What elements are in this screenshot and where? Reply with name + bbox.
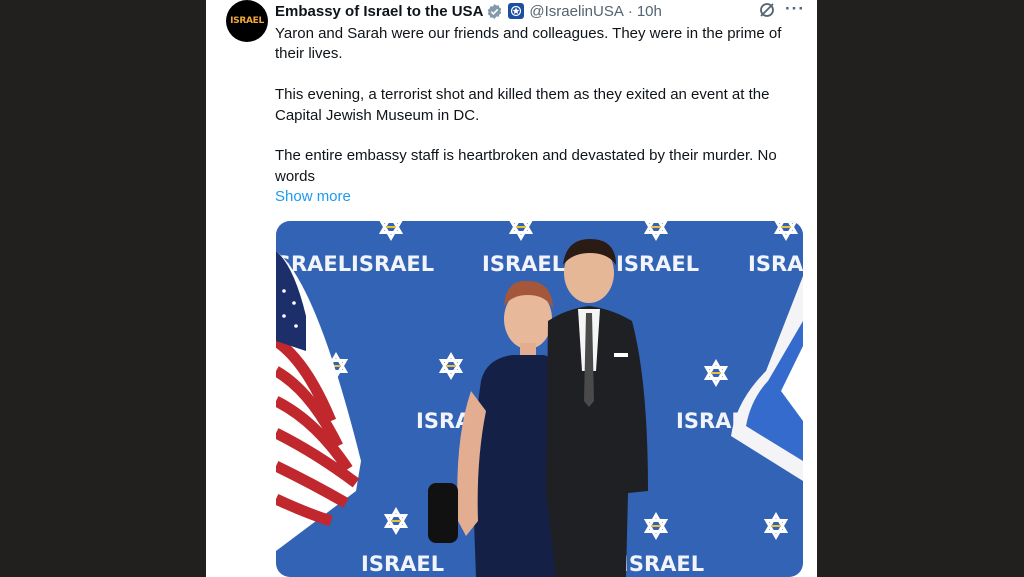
tweet-card[interactable]: ISRAEL Embassy of Israel to the USA @Isr… xyxy=(206,0,817,577)
timestamp[interactable]: 10h xyxy=(637,3,662,20)
grok-icon[interactable] xyxy=(758,1,776,24)
photo-scene: ISRAEL ISRAEL ISRAEL ISRAEL ISRAEL ISRAE… xyxy=(276,221,803,577)
government-org-icon[interactable] xyxy=(508,3,525,19)
tweet-header: Embassy of Israel to the USA @IsraelinUS… xyxy=(275,0,662,22)
more-icon[interactable]: ··· xyxy=(785,0,805,18)
tweet-text: Yaron and Sarah were our friends and col… xyxy=(275,24,805,187)
author-name[interactable]: Embassy of Israel to the USA xyxy=(275,3,483,20)
show-more-link[interactable]: Show more xyxy=(275,188,351,205)
author-handle[interactable]: @IsraelinUSA xyxy=(529,3,623,20)
tweet-paragraph: Yaron and Sarah were our friends and col… xyxy=(275,25,782,63)
separator-dot: · xyxy=(627,2,633,20)
backdrop-word: ISRAEL xyxy=(482,252,565,276)
backdrop-word: ISRAEL xyxy=(621,552,704,576)
avatar-logo: ISRAEL xyxy=(230,16,264,26)
backdrop-word: ISRAEL xyxy=(748,252,803,276)
tweet-paragraph: This evening, a terrorist shot and kille… xyxy=(275,86,770,124)
tweet-paragraph: The entire embassy staff is heartbroken … xyxy=(275,147,777,185)
backdrop-word: ISRAEL xyxy=(616,252,699,276)
backdrop-word: ISRAEL xyxy=(351,252,434,276)
backdrop-word: ISRAEL xyxy=(361,552,444,576)
tweet-photo[interactable]: ISRAEL ISRAEL ISRAEL ISRAEL ISRAEL ISRAE… xyxy=(276,221,803,577)
avatar[interactable]: ISRAEL xyxy=(226,0,268,42)
verified-badge-icon[interactable] xyxy=(486,3,503,20)
